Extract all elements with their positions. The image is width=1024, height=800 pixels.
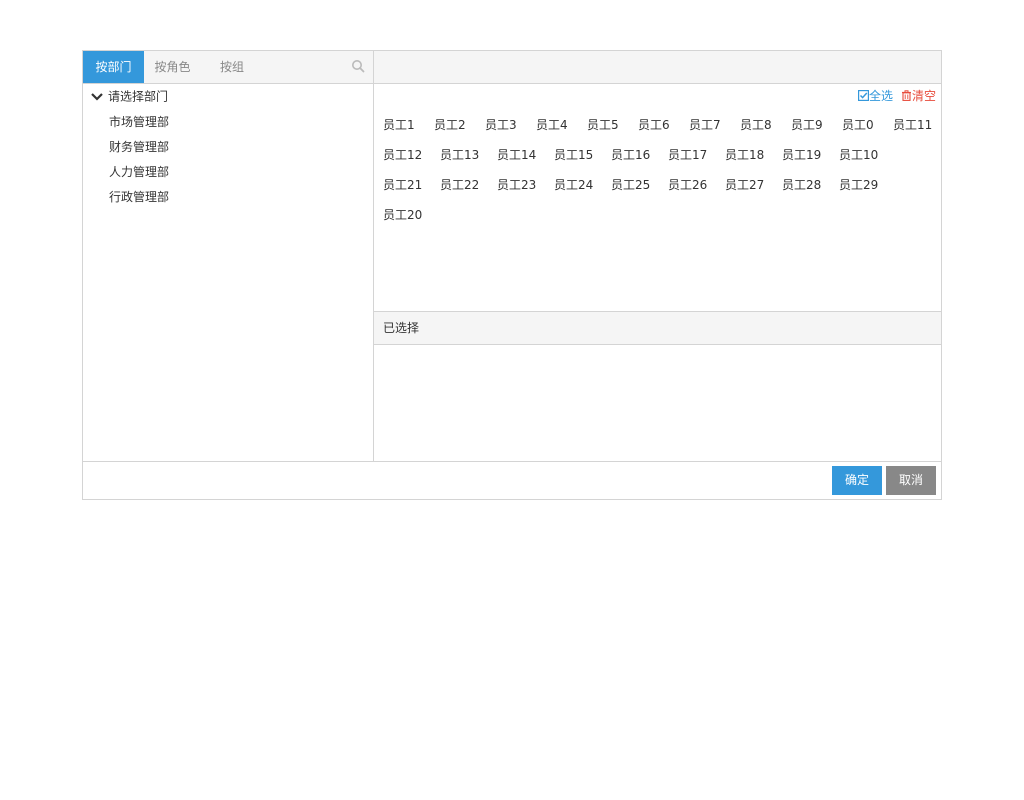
tree-root-label: 请选择部门	[108, 89, 169, 104]
confirm-button[interactable]: 确定	[832, 466, 882, 495]
employee-item[interactable]: 员工16	[611, 146, 650, 164]
employee-item[interactable]: 员工1	[383, 116, 415, 134]
selected-section-header: 已选择	[374, 311, 941, 345]
employee-item[interactable]: 员工4	[536, 116, 568, 134]
dialog-footer: 确定 取消	[83, 461, 941, 499]
employee-item[interactable]: 员工0	[842, 116, 874, 134]
left-pane: 按部门 按角色 按组 请选择部门 市场管理部 财务管理部 人力管理部 行政管理部	[83, 51, 374, 461]
employee-item[interactable]: 员工9	[791, 116, 823, 134]
right-pane: 全选 清空 员工1 员工2 员工3 员工4 员工5 员工6 员工7 员工8 员工9…	[374, 51, 941, 461]
employee-item[interactable]: 员工17	[668, 146, 707, 164]
employee-item[interactable]: 员工13	[440, 146, 479, 164]
employee-item[interactable]: 员工8	[740, 116, 772, 134]
tree-item-market[interactable]: 市场管理部	[109, 113, 169, 131]
chevron-down-icon[interactable]	[90, 91, 104, 103]
tree-item-hr[interactable]: 人力管理部	[109, 163, 169, 181]
employee-item[interactable]: 员工28	[782, 176, 821, 194]
employee-item[interactable]: 员工3	[485, 116, 517, 134]
employee-item[interactable]: 员工20	[383, 206, 422, 224]
tab-by-role[interactable]: 按角色	[144, 51, 201, 83]
employee-item[interactable]: 员工21	[383, 176, 422, 194]
bulk-actions: 全选 清空	[857, 88, 936, 104]
employee-item[interactable]: 员工27	[725, 176, 764, 194]
employee-item[interactable]: 员工5	[587, 116, 619, 134]
employee-item[interactable]: 员工29	[839, 176, 878, 194]
tab-by-group[interactable]: 按组	[201, 51, 263, 83]
selected-list	[374, 345, 941, 461]
employee-picker-dialog: 按部门 按角色 按组 请选择部门 市场管理部 财务管理部 人力管理部 行政管理部…	[82, 50, 942, 500]
right-header	[374, 51, 941, 84]
employee-item[interactable]: 员工2	[434, 116, 466, 134]
tab-by-department[interactable]: 按部门	[83, 51, 144, 83]
employee-item[interactable]: 员工26	[668, 176, 707, 194]
employee-item[interactable]: 员工15	[554, 146, 593, 164]
tree-item-finance[interactable]: 财务管理部	[109, 138, 169, 156]
employee-item[interactable]: 员工11	[893, 116, 932, 134]
employee-item[interactable]: 员工12	[383, 146, 422, 164]
select-all-button[interactable]: 全选	[857, 89, 893, 103]
employee-item[interactable]: 员工14	[497, 146, 536, 164]
tree-item-admin[interactable]: 行政管理部	[109, 188, 169, 206]
employee-item[interactable]: 员工24	[554, 176, 593, 194]
employee-item[interactable]: 员工6	[638, 116, 670, 134]
employee-item[interactable]: 员工25	[611, 176, 650, 194]
selected-title: 已选择	[383, 321, 420, 335]
employee-item[interactable]: 员工23	[497, 176, 536, 194]
trash-icon	[901, 90, 911, 101]
select-all-label: 全选	[868, 89, 893, 103]
employee-item[interactable]: 员工19	[782, 146, 821, 164]
tab-bar: 按部门 按角色 按组	[83, 51, 373, 84]
employee-item[interactable]: 员工7	[689, 116, 721, 134]
checkbox-checked-icon	[857, 90, 869, 101]
tree-root-node[interactable]: 请选择部门	[90, 87, 168, 105]
clear-label: 清空	[911, 89, 936, 103]
cancel-button[interactable]: 取消	[886, 466, 936, 495]
clear-button[interactable]: 清空	[901, 89, 936, 103]
search-icon[interactable]	[351, 59, 365, 73]
employee-item[interactable]: 员工22	[440, 176, 479, 194]
employee-item[interactable]: 员工18	[725, 146, 764, 164]
employee-item[interactable]: 员工10	[839, 146, 878, 164]
